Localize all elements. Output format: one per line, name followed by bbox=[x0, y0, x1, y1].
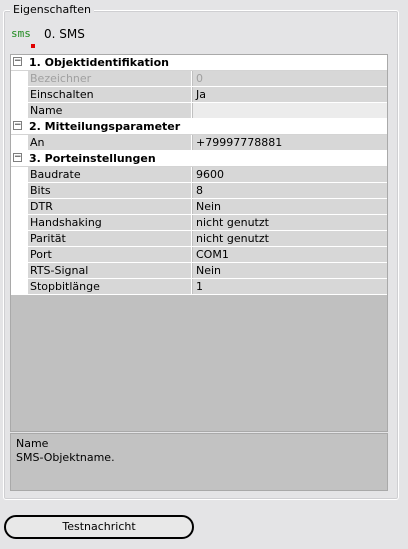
property-value[interactable]: nicht genutzt bbox=[193, 215, 387, 230]
category-porteinstellungen[interactable]: − 3. Porteinstellungen bbox=[11, 151, 387, 167]
property-name: Handshaking bbox=[28, 215, 192, 230]
property-row-port[interactable]: Port COM1 bbox=[11, 247, 387, 263]
property-value[interactable]: +79997778881 bbox=[193, 135, 387, 150]
property-row-handshaking[interactable]: Handshaking nicht genutzt bbox=[11, 215, 387, 231]
property-name: RTS-Signal bbox=[28, 263, 192, 278]
property-row-einschalten[interactable]: Einschalten Ja bbox=[11, 87, 387, 103]
description-panel: Name SMS-Objektname. bbox=[10, 433, 388, 491]
property-row-rts-signal[interactable]: RTS-Signal Nein bbox=[11, 263, 387, 279]
category-mitteilungsparameter[interactable]: − 2. Mitteilungsparameter bbox=[11, 119, 387, 135]
collapse-toggle-icon[interactable]: − bbox=[13, 121, 22, 130]
object-title: 0. SMS bbox=[44, 27, 85, 41]
row-gutter bbox=[11, 263, 28, 278]
property-row-bezeichner[interactable]: Bezeichner 0 bbox=[11, 71, 387, 87]
property-name: An bbox=[28, 135, 192, 150]
property-name: Einschalten bbox=[28, 87, 192, 102]
property-value[interactable]: 1 bbox=[193, 279, 387, 294]
property-value[interactable]: 8 bbox=[193, 183, 387, 198]
test-message-button[interactable]: Testnachricht bbox=[4, 515, 194, 539]
row-gutter bbox=[11, 135, 28, 150]
row-gutter bbox=[11, 167, 28, 182]
property-value[interactable]: 0 bbox=[193, 71, 387, 86]
category-objektidentifikation[interactable]: − 1. Objektidentifikation bbox=[11, 55, 387, 71]
row-gutter bbox=[11, 183, 28, 198]
property-name: Baudrate bbox=[28, 167, 192, 182]
property-name: Name bbox=[28, 103, 192, 118]
collapse-toggle-icon[interactable]: − bbox=[13, 57, 22, 66]
property-row-paritaet[interactable]: Parität nicht genutzt bbox=[11, 231, 387, 247]
sms-icon-text: sms bbox=[11, 27, 31, 40]
property-row-bits[interactable]: Bits 8 bbox=[11, 183, 387, 199]
property-name: Port bbox=[28, 247, 192, 262]
collapse-toggle-icon[interactable]: − bbox=[13, 153, 22, 162]
sms-icon: sms bbox=[11, 27, 35, 48]
property-row-baudrate[interactable]: Baudrate 9600 bbox=[11, 167, 387, 183]
property-row-an[interactable]: An +79997778881 bbox=[11, 135, 387, 151]
row-gutter bbox=[11, 247, 28, 262]
property-name: Parität bbox=[28, 231, 192, 246]
status-dot-icon bbox=[31, 44, 35, 48]
category-label: 3. Porteinstellungen bbox=[29, 152, 156, 165]
description-text: SMS-Objektname. bbox=[16, 451, 115, 464]
property-row-stopbitlaenge[interactable]: Stopbitlänge 1 bbox=[11, 279, 387, 295]
property-value[interactable]: Nein bbox=[193, 263, 387, 278]
row-gutter bbox=[11, 87, 28, 102]
property-name: Bits bbox=[28, 183, 192, 198]
property-value[interactable]: Ja bbox=[193, 87, 387, 102]
properties-group-title: Eigenschaften bbox=[10, 3, 94, 17]
property-row-dtr[interactable]: DTR Nein bbox=[11, 199, 387, 215]
category-label: 2. Mitteilungsparameter bbox=[29, 120, 181, 133]
property-value-input[interactable] bbox=[193, 103, 387, 118]
row-gutter bbox=[11, 199, 28, 214]
property-grid: − 1. Objektidentifikation Bezeichner 0 E… bbox=[10, 54, 388, 432]
description-title: Name bbox=[16, 437, 49, 450]
row-gutter bbox=[11, 215, 28, 230]
object-header: sms 0. SMS bbox=[11, 26, 311, 48]
row-gutter bbox=[11, 103, 28, 118]
property-value[interactable]: Nein bbox=[193, 199, 387, 214]
property-value[interactable]: nicht genutzt bbox=[193, 231, 387, 246]
property-value[interactable]: 9600 bbox=[193, 167, 387, 182]
row-gutter bbox=[11, 279, 28, 294]
property-row-name[interactable]: Name bbox=[11, 103, 387, 119]
property-name: Bezeichner bbox=[28, 71, 192, 86]
row-gutter bbox=[11, 71, 28, 86]
row-gutter bbox=[11, 231, 28, 246]
property-name: Stopbitlänge bbox=[28, 279, 192, 294]
property-value[interactable]: COM1 bbox=[193, 247, 387, 262]
property-name: DTR bbox=[28, 199, 192, 214]
category-label: 1. Objektidentifikation bbox=[29, 56, 169, 69]
